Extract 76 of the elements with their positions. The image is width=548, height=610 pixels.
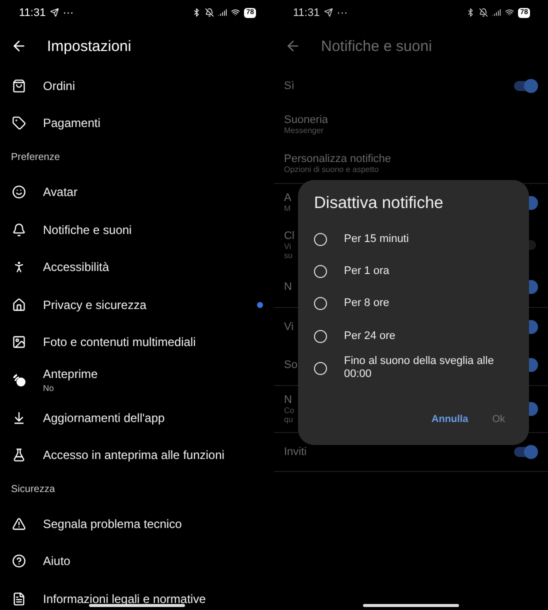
settings-item[interactable]: Notifiche e suoni — [43, 222, 263, 237]
option-label[interactable]: Fino al suono della sveglia alle 00:00 — [344, 355, 505, 382]
toggle-switch[interactable] — [514, 81, 536, 92]
back-icon[interactable] — [11, 38, 27, 54]
image-icon — [12, 335, 26, 350]
setting-subtitle: Opzioni di suono e aspetto — [284, 164, 379, 174]
settings-item[interactable]: Ordini — [43, 78, 263, 93]
settings-item[interactable]: Aiuto — [43, 554, 263, 568]
more-dots: ··· — [62, 6, 74, 18]
bluetooth-icon — [466, 8, 476, 17]
setting-subtitle: Co — [284, 406, 294, 414]
option-label[interactable]: Per 15 minuti — [344, 232, 409, 246]
setting-title: Suoneria — [284, 114, 328, 126]
status-time: 11:31 — [293, 6, 320, 18]
option-label[interactable]: Per 1 ora — [344, 264, 390, 278]
document-icon — [12, 592, 26, 606]
setting-title: N — [284, 394, 292, 406]
settings-item[interactable]: Accessibilità — [43, 260, 263, 274]
page-title: Impostazioni — [47, 38, 132, 54]
settings-item[interactable]: Segnala problema tecnico — [43, 516, 263, 531]
radio-button[interactable] — [314, 362, 327, 375]
dialog-button[interactable]: Annulla — [432, 414, 468, 425]
settings-item[interactable]: Anteprime — [43, 366, 263, 381]
status-time: 11:31 — [19, 6, 46, 18]
setting-title: Cl — [284, 230, 294, 242]
setting-title: Sì — [284, 80, 294, 92]
setting-title: Inviti — [284, 446, 307, 458]
page-title: Notifiche e suoni — [321, 38, 432, 54]
setting-title: So — [284, 359, 298, 372]
signal-icon — [218, 8, 228, 17]
setting-subtitle: Vi — [284, 242, 291, 251]
wifi-icon — [505, 8, 514, 17]
bell-icon — [12, 222, 26, 237]
setting-title: A — [284, 192, 292, 204]
setting-subtitle: Messenger — [284, 126, 324, 136]
tag-icon — [12, 116, 26, 130]
signal-icon — [492, 8, 502, 17]
face-icon — [12, 184, 26, 199]
mute-icon — [479, 8, 488, 17]
radio-button[interactable] — [314, 297, 327, 310]
settings-item[interactable]: Foto e contenuti multimediali — [43, 335, 263, 350]
section-heading: Preferenze — [10, 151, 61, 166]
bag-icon — [12, 78, 26, 93]
download-icon — [12, 410, 26, 425]
flask-icon — [12, 448, 26, 462]
settings-item[interactable]: Accesso in anteprima alle funzioni — [43, 448, 263, 462]
setting-title: N — [284, 281, 292, 294]
setting-title: Vi — [284, 320, 294, 333]
send-icon — [324, 8, 333, 17]
setting-subtitle: M — [284, 204, 291, 214]
radio-button[interactable] — [314, 264, 327, 278]
toggle-switch[interactable] — [514, 446, 536, 457]
settings-item[interactable]: Avatar — [43, 184, 263, 199]
warning-icon — [12, 516, 26, 531]
bubbles-icon — [12, 372, 26, 387]
house-icon — [12, 298, 26, 312]
settings-item[interactable]: Pagamenti — [43, 116, 263, 130]
bluetooth-icon — [192, 8, 202, 17]
item-subtitle: No — [43, 382, 55, 393]
settings-item[interactable]: Privacy e sicurezza — [43, 298, 240, 312]
radio-button[interactable] — [314, 330, 327, 343]
radio-button[interactable] — [314, 232, 327, 246]
option-label[interactable]: Per 8 ore — [344, 297, 390, 310]
more-dots: ··· — [336, 6, 348, 18]
option-label[interactable]: Per 24 ore — [344, 330, 396, 343]
wifi-icon — [231, 8, 240, 17]
setting-subtitle: su — [284, 251, 292, 260]
settings-item[interactable]: Informazioni legali e normative — [43, 592, 263, 606]
help-icon — [12, 554, 26, 568]
send-icon — [50, 8, 59, 17]
settings-item[interactable]: Aggiornamenti dell'app — [43, 410, 263, 425]
section-heading: Sicurezza — [10, 482, 56, 497]
setting-title: Personalizza notifiche — [284, 152, 392, 165]
dialog-title: Disattiva notifiche — [314, 194, 444, 213]
mute-icon — [205, 8, 214, 17]
setting-subtitle: qu — [284, 414, 293, 424]
